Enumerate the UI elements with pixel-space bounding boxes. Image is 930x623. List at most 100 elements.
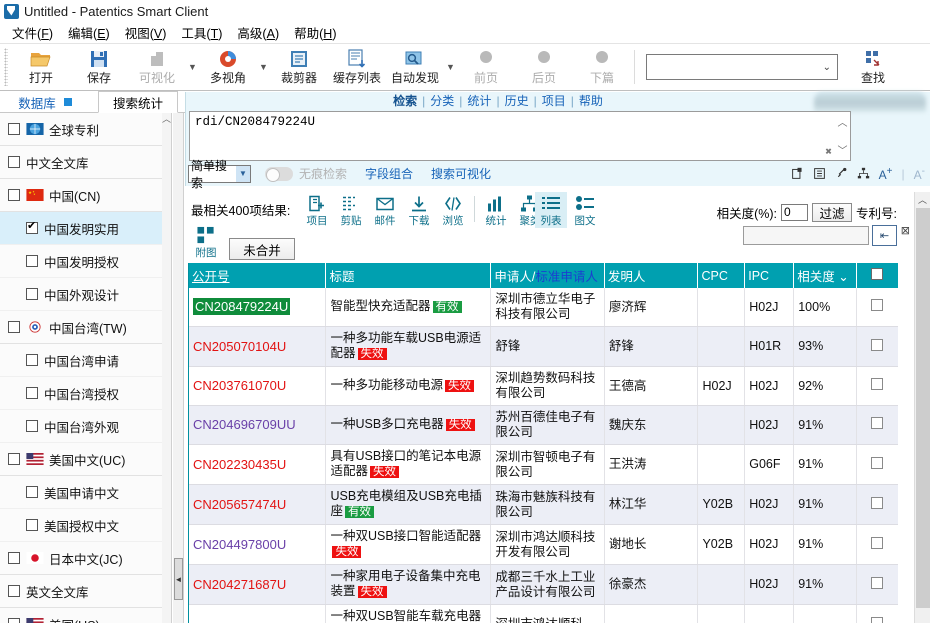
scroll-up-icon[interactable]: ︿ xyxy=(915,192,930,208)
cell-title[interactable]: 一种双USB智能车载充电器失 xyxy=(325,604,492,623)
table-row[interactable]: CN203761070U 一种多功能移动电源 失效 深圳趋势数码科技有限公司 王德高 H0… xyxy=(189,366,898,406)
sidebar-checkbox-11[interactable] xyxy=(26,486,38,498)
column-header-cpc[interactable]: CPC xyxy=(697,263,746,288)
sidebar-checkbox-6[interactable] xyxy=(8,321,20,333)
search-visualize-link[interactable]: 搜索可视化 xyxy=(431,165,491,182)
font-increase-button[interactable]: A+ xyxy=(879,166,893,182)
sidebar-checkbox-12[interactable] xyxy=(26,519,38,531)
sidebar-checkbox-4[interactable] xyxy=(26,255,38,267)
incognito-toggle[interactable] xyxy=(265,166,293,182)
table-row[interactable]: CN204497800U 一种双USB接口智能适配器失效 深圳市鸿达顺科技开发有限公… xyxy=(189,524,898,565)
row-checkbox[interactable] xyxy=(871,378,884,390)
row-checkbox[interactable] xyxy=(871,456,884,469)
cell-pubno[interactable]: CN208479224U xyxy=(189,288,327,327)
sidebar-item-10[interactable]: 美国中文(UC) xyxy=(0,443,171,476)
pubno-link[interactable]: CN203761070U xyxy=(193,378,286,393)
row-checkbox[interactable] xyxy=(871,536,884,549)
cell-title[interactable]: 具有USB接口的笔记本电源适配器 失效 xyxy=(325,444,492,485)
sidebar-checkbox-14[interactable] xyxy=(8,585,20,597)
cell-select[interactable] xyxy=(856,564,898,605)
table-row[interactable]: CN202230435U 具有USB接口的笔记本电源适配器 失效 深圳市智顿电子有限公… xyxy=(189,444,898,485)
sidebar-checkbox-9[interactable] xyxy=(26,420,38,432)
cell-pubno[interactable] xyxy=(189,604,327,623)
cell-select[interactable] xyxy=(856,288,898,327)
row-checkbox[interactable] xyxy=(871,417,884,429)
column-header-select[interactable] xyxy=(856,263,898,288)
row-checkbox[interactable] xyxy=(871,616,884,623)
cell-pubno[interactable]: CN205657474U xyxy=(189,484,327,525)
sidebar-checkbox-13[interactable] xyxy=(8,552,20,564)
sidebar-item-13[interactable]: 日本中文(JC) xyxy=(0,542,171,575)
toolbar-clipper-button[interactable]: 裁剪器 xyxy=(270,45,328,89)
multiview-dropdown-arrow-icon[interactable]: ▼ xyxy=(257,45,270,89)
cell-select[interactable] xyxy=(856,326,898,367)
pubno-link[interactable]: CN205070104U xyxy=(193,339,286,354)
sidebar-checkbox-1[interactable] xyxy=(8,156,20,168)
results-action-项目[interactable]: 项目 xyxy=(302,194,332,228)
menu-file[interactable]: 文件(F) xyxy=(6,22,62,43)
cell-select[interactable] xyxy=(856,524,898,565)
toolbar-prevpage-button[interactable]: 前页 xyxy=(457,45,515,89)
sidebar-item-2[interactable]: ★ ★ ★ 中国(CN) xyxy=(0,179,171,212)
sidebar-checkbox-0[interactable] xyxy=(8,123,20,135)
cell-pubno[interactable]: CN203761070U xyxy=(189,366,327,406)
pubno-link[interactable]: CN204696709UU xyxy=(193,417,296,432)
relevance-input[interactable]: 0 xyxy=(781,204,809,221)
sidebar-checkbox-10[interactable] xyxy=(8,453,20,465)
cell-select[interactable] xyxy=(856,405,898,445)
autodiscover-dropdown-arrow-icon[interactable]: ▼ xyxy=(444,45,457,89)
toolbar-nextdoc-button[interactable]: 下篇 xyxy=(573,45,631,89)
toolbar-open-button[interactable]: 打开 xyxy=(12,45,70,89)
nav-link-statistics[interactable]: 统计 xyxy=(467,92,491,109)
menu-view[interactable]: 视图(V) xyxy=(119,22,176,43)
results-action-剪贴[interactable]: 剪贴 xyxy=(336,194,366,228)
clear-query-icon[interactable]: ✖ xyxy=(825,145,832,159)
row-checkbox[interactable] xyxy=(871,338,884,351)
cell-title[interactable]: 一种双USB接口智能适配器失效 xyxy=(325,524,492,565)
column-header-pubno[interactable]: 公开号 xyxy=(189,263,327,288)
sidebar-checkbox-2[interactable] xyxy=(8,189,20,201)
sidebar-item-0[interactable]: 全球专利 xyxy=(0,113,171,146)
cell-title[interactable]: 智能型快充适配器 有效 xyxy=(325,288,492,327)
tab-search-stats[interactable]: 搜索统计 xyxy=(98,91,178,113)
sidebar-item-14[interactable]: 英文全文库 xyxy=(0,575,171,608)
sidebar-scrollbar[interactable]: ︿ xyxy=(162,113,171,623)
sidebar-checkbox-8[interactable] xyxy=(26,387,38,399)
toolbar-visualize-button[interactable]: 可视化 xyxy=(128,45,186,89)
attach-image-button[interactable]: 附图 xyxy=(191,226,221,260)
toolbar-find-button[interactable]: 查找 xyxy=(844,45,902,89)
cell-pubno[interactable]: CN202230435U xyxy=(189,444,327,485)
cell-pubno[interactable]: CN204497800U xyxy=(189,524,327,565)
results-action-统计[interactable]: 统计 xyxy=(481,194,511,228)
cell-select[interactable] xyxy=(856,484,898,525)
sidebar-item-11[interactable]: 美国申请中文 xyxy=(0,476,171,509)
cell-select[interactable] xyxy=(856,366,898,406)
sidebar-item-6[interactable]: 中国台湾(TW) xyxy=(0,311,171,344)
menu-edit[interactable]: 编辑(E) xyxy=(62,22,119,43)
toolbar-cachelist-button[interactable]: 缓存列表 xyxy=(328,45,386,89)
column-header-ipc[interactable]: IPC xyxy=(744,263,795,288)
toolbar-multiview-button[interactable]: 多视角 xyxy=(199,45,257,89)
tab-database[interactable]: 数据库 xyxy=(6,91,84,113)
pubno-link[interactable]: CN204497800U xyxy=(193,537,286,552)
cell-select[interactable] xyxy=(856,604,898,623)
nav-link-history[interactable]: 历史 xyxy=(505,92,529,109)
results-action-下载[interactable]: 下载 xyxy=(404,194,434,228)
cell-title[interactable]: 一种USB多口充电器 失效 xyxy=(325,405,492,445)
table-row[interactable]: CN205657474U USB充电模组及USB充电插座 有效 珠海市魅族科技有限公司… xyxy=(189,484,898,525)
row-checkbox[interactable] xyxy=(871,299,884,311)
visualize-dropdown-arrow-icon[interactable]: ▼ xyxy=(186,45,199,89)
toolbar-nextpage-button[interactable]: 后页 xyxy=(515,45,573,89)
table-row[interactable]: CN205070104U 一种多功能车载USB电源适配器 失效 舒锋 舒锋 H01R 93% xyxy=(189,326,898,367)
cell-title[interactable]: USB充电模组及USB充电插座 有效 xyxy=(325,484,492,525)
results-vertical-scrollbar[interactable]: ︿ xyxy=(914,192,930,623)
font-decrease-button[interactable]: A- xyxy=(914,166,925,182)
search-mode-select[interactable]: 简单搜索 ▼ xyxy=(188,159,251,190)
table-row[interactable]: CN204271687U 一种家用电子设备集中充电装置 失效 成都三千水上工业产品设计… xyxy=(189,564,898,605)
cell-pubno[interactable]: CN204696709UU xyxy=(189,405,327,445)
toolbar-save-button[interactable]: 保存 xyxy=(70,45,128,89)
sidebar-checkbox-3[interactable] xyxy=(26,220,38,234)
scrollbar-thumb[interactable] xyxy=(916,208,930,608)
sidebar-item-7[interactable]: 中国台湾申请 xyxy=(0,344,171,377)
sidebar-item-1[interactable]: 中文全文库 xyxy=(0,146,171,179)
